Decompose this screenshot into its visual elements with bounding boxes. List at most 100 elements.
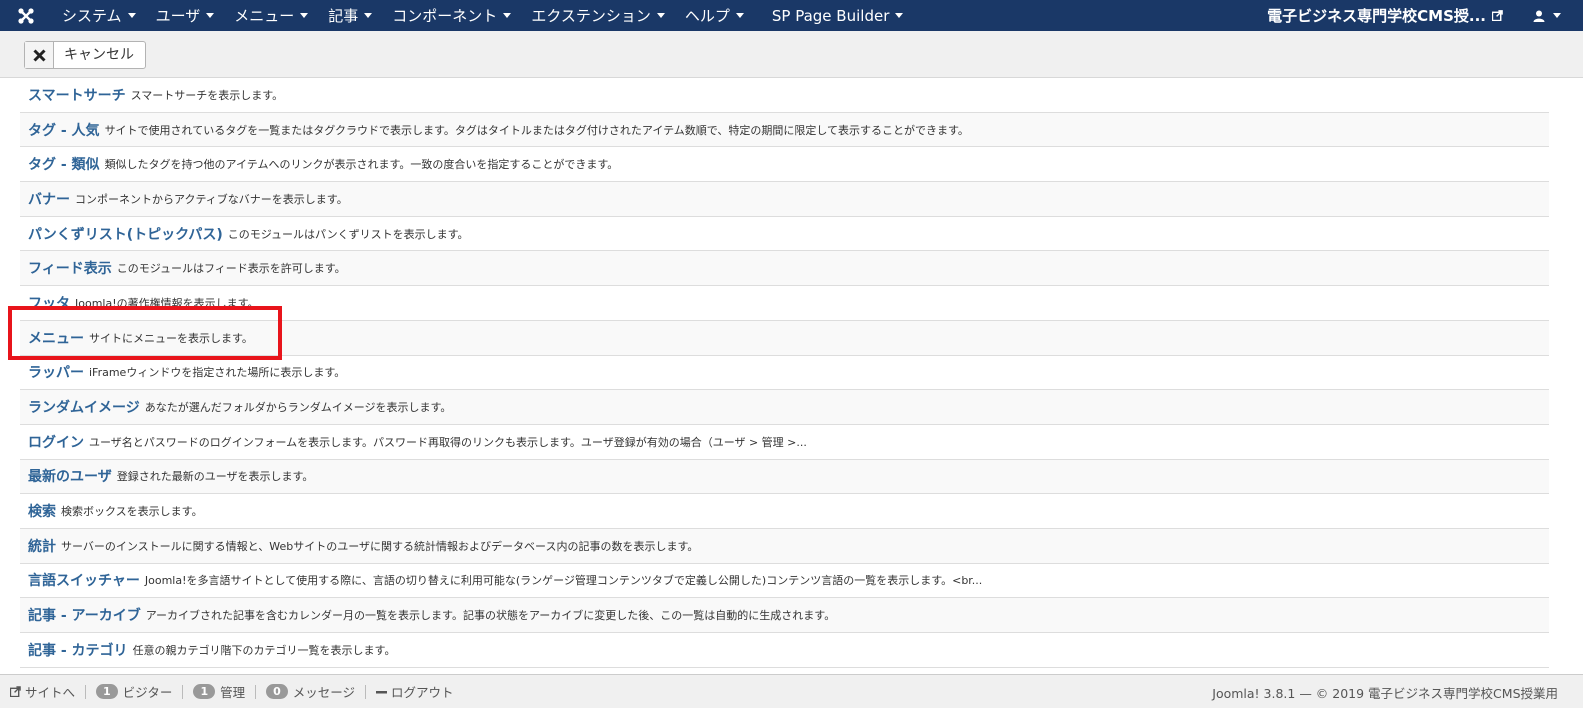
module-link-menu[interactable]: メニュー — [28, 328, 84, 348]
module-description: 任意の親カテゴリ階下のカテゴリ一覧を表示します。 — [132, 643, 396, 657]
minus-icon — [376, 690, 388, 693]
visitors-link[interactable]: 1 ビジター — [86, 682, 182, 701]
module-type-list: スマートサーチ スマートサーチを表示します。 タグ - 人気 サイトで使用されている… — [20, 78, 1549, 668]
module-description: スマートサーチを表示します。 — [130, 88, 284, 102]
list-item: タグ - 人気 サイトで使用されているタグを一覧またはタグクラウドで表示します。タ… — [20, 112, 1549, 148]
user-icon — [1533, 10, 1545, 22]
toolbar: キャンセル — [0, 31, 1583, 78]
module-description: アーカイブされた記事を含むカレンダー月の一覧を表示します。記事の状態をアーカイブ… — [145, 609, 836, 623]
module-description: あなたが選んだフォルダからランダムイメージを表示します。 — [144, 401, 452, 415]
menu-help[interactable]: ヘルプ — [675, 0, 754, 31]
module-description: サーバーのインストールに関する情報と、Webサイトのユーザに関する統計情報および… — [61, 539, 699, 553]
caret-down-icon — [895, 13, 904, 18]
module-link[interactable]: 統計 — [28, 536, 56, 556]
main-menu: システム ユーザ メニュー 記事 コンポーネント エクステンション ヘルプ SP… — [52, 0, 913, 31]
close-icon — [25, 42, 54, 68]
user-menu[interactable] — [1523, 0, 1583, 31]
module-description: このモジュールはパンくずリストを表示します。 — [227, 227, 469, 241]
module-link[interactable]: 検索 — [28, 501, 56, 521]
module-link[interactable]: 記事 - アーカイブ — [28, 605, 141, 625]
admins-count-badge: 1 — [193, 684, 216, 699]
visitors-count-badge: 1 — [96, 684, 118, 699]
list-item: スマートサーチ スマートサーチを表示します。 — [20, 78, 1549, 113]
list-item: パンくずリスト(トピックパス) このモジュールはパンくずリストを表示します。 — [20, 217, 1549, 252]
menu-components[interactable]: コンポーネント — [382, 0, 521, 31]
module-link[interactable]: タグ - 人気 — [28, 120, 100, 140]
menu-extensions-label: エクステンション — [531, 7, 651, 25]
messages-link[interactable]: 0 メッセージ — [256, 682, 365, 701]
admins-label: 管理 — [220, 685, 246, 700]
menu-users[interactable]: ユーザ — [146, 0, 225, 31]
menu-system[interactable]: システム — [52, 0, 146, 31]
menu-menus-label: メニュー — [234, 7, 295, 25]
module-description: コンポーネントからアクティブなバナーを表示します。 — [75, 192, 348, 206]
list-item: 言語スイッチャー Joomla!を多言語サイトとして使用する際に、言語の切り替えに… — [20, 564, 1549, 599]
menu-sp-page-builder-label: SP Page Builder — [771, 6, 890, 25]
list-item: 検索 検索ボックスを表示します。 — [20, 494, 1549, 529]
module-description: 検索ボックスを表示します。 — [61, 505, 203, 519]
list-item: ランダムイメージ あなたが選んだフォルダからランダムイメージを表示します。 — [20, 390, 1549, 425]
caret-down-icon — [1553, 13, 1561, 18]
menu-components-label: コンポーネント — [392, 7, 498, 25]
list-item: フッタ Joomla!の著作権情報を表示します。 — [20, 286, 1549, 321]
list-item: バナー コンポーネントからアクティブなバナーを表示します。 — [20, 182, 1549, 217]
menu-content-label: 記事 — [328, 7, 359, 25]
module-link[interactable]: フィード表示 — [28, 258, 112, 278]
list-item: メニュー サイトにメニューを表示します。 — [20, 320, 1549, 356]
caret-down-icon — [206, 13, 215, 18]
module-link[interactable]: ランダムイメージ — [28, 397, 140, 417]
list-item: ラッパー iFrameウィンドウを指定された場所に表示します。 — [20, 356, 1549, 391]
cancel-button[interactable]: キャンセル — [24, 41, 146, 69]
cancel-button-label: キャンセル — [64, 47, 134, 63]
menu-sp-page-builder[interactable]: SP Page Builder — [762, 0, 913, 31]
logout-link[interactable]: ログアウト — [366, 682, 464, 701]
caret-down-icon — [127, 13, 136, 18]
caret-down-icon — [735, 13, 744, 18]
module-link[interactable]: 記事 - カテゴリ — [28, 640, 128, 660]
external-link-icon — [1492, 10, 1503, 21]
messages-count-badge: 0 — [266, 684, 288, 699]
list-item: ログイン ユーザ名とパスワードのログインフォームを表示します。パスワード再取得のリ… — [20, 425, 1549, 460]
list-item: 最新のユーザ 登録された最新のユーザを表示します。 — [20, 459, 1549, 495]
menu-users-label: ユーザ — [155, 7, 201, 25]
module-description: iFrameウィンドウを指定された場所に表示します。 — [89, 366, 346, 380]
module-link[interactable]: ログイン — [28, 432, 84, 452]
menu-menus[interactable]: メニュー — [224, 0, 318, 31]
menu-extensions[interactable]: エクステンション — [521, 0, 675, 31]
logout-label: ログアウト — [391, 685, 454, 700]
top-navbar: システム ユーザ メニュー 記事 コンポーネント エクステンション ヘルプ SP… — [0, 0, 1583, 31]
visitors-label: ビジター — [122, 685, 173, 700]
module-link[interactable]: 言語スイッチャー — [28, 570, 140, 590]
module-description: 類似したタグを持つ他のアイテムへのリンクが表示されます。一致の度合いを指定するこ… — [104, 158, 619, 172]
list-item: フィード表示 このモジュールはフィード表示を許可します。 — [20, 251, 1549, 287]
list-item: タグ - 類似 類似したタグを持つ他のアイテムへのリンクが表示されます。一致の度合… — [20, 147, 1549, 183]
module-description: ユーザ名とパスワードのログインフォームを表示します。パスワード再取得のリンクも表… — [89, 435, 807, 449]
copyright-text: Joomla! 3.8.1 — © 2019 電子ビジネス専門学校CMS授業用 — [1212, 685, 1558, 701]
external-link-icon — [10, 686, 21, 697]
messages-label: メッセージ — [292, 685, 356, 700]
admins-link[interactable]: 1 管理 — [183, 682, 255, 701]
module-link[interactable]: ラッパー — [28, 362, 84, 382]
module-description: サイトにメニューを表示します。 — [89, 331, 253, 345]
joomla-logo-icon[interactable] — [0, 0, 52, 31]
menu-help-label: ヘルプ — [684, 7, 730, 25]
module-description: このモジュールはフィード表示を許可します。 — [116, 262, 346, 276]
module-description: 登録された最新のユーザを表示します。 — [116, 470, 314, 484]
view-site-label: サイトへ — [25, 685, 76, 700]
caret-down-icon — [656, 13, 665, 18]
view-site-link[interactable]: サイトへ — [0, 682, 85, 701]
caret-down-icon — [300, 13, 309, 18]
navbar-right: 電子ビジネス専門学校CMS授... — [1257, 0, 1583, 31]
module-description: サイトで使用されているタグを一覧またはタグクラウドで表示します。タグはタイトルま… — [104, 123, 969, 137]
module-link[interactable]: パンくずリスト(トピックパス) — [28, 224, 223, 244]
caret-down-icon — [503, 13, 512, 18]
status-bar: サイトへ 1 ビジター 1 管理 0 メッセージ ログアウト Joomla! 3… — [0, 674, 1583, 708]
module-link[interactable]: フッタ — [28, 293, 70, 313]
module-description: Joomla!の著作権情報を表示します。 — [75, 296, 259, 310]
module-link[interactable]: タグ - 類似 — [28, 154, 100, 174]
site-title-link[interactable]: 電子ビジネス専門学校CMS授... — [1257, 5, 1523, 26]
module-link[interactable]: バナー — [28, 189, 70, 209]
module-link[interactable]: スマートサーチ — [28, 85, 126, 105]
menu-content[interactable]: 記事 — [318, 0, 382, 31]
module-link[interactable]: 最新のユーザ — [28, 466, 112, 486]
